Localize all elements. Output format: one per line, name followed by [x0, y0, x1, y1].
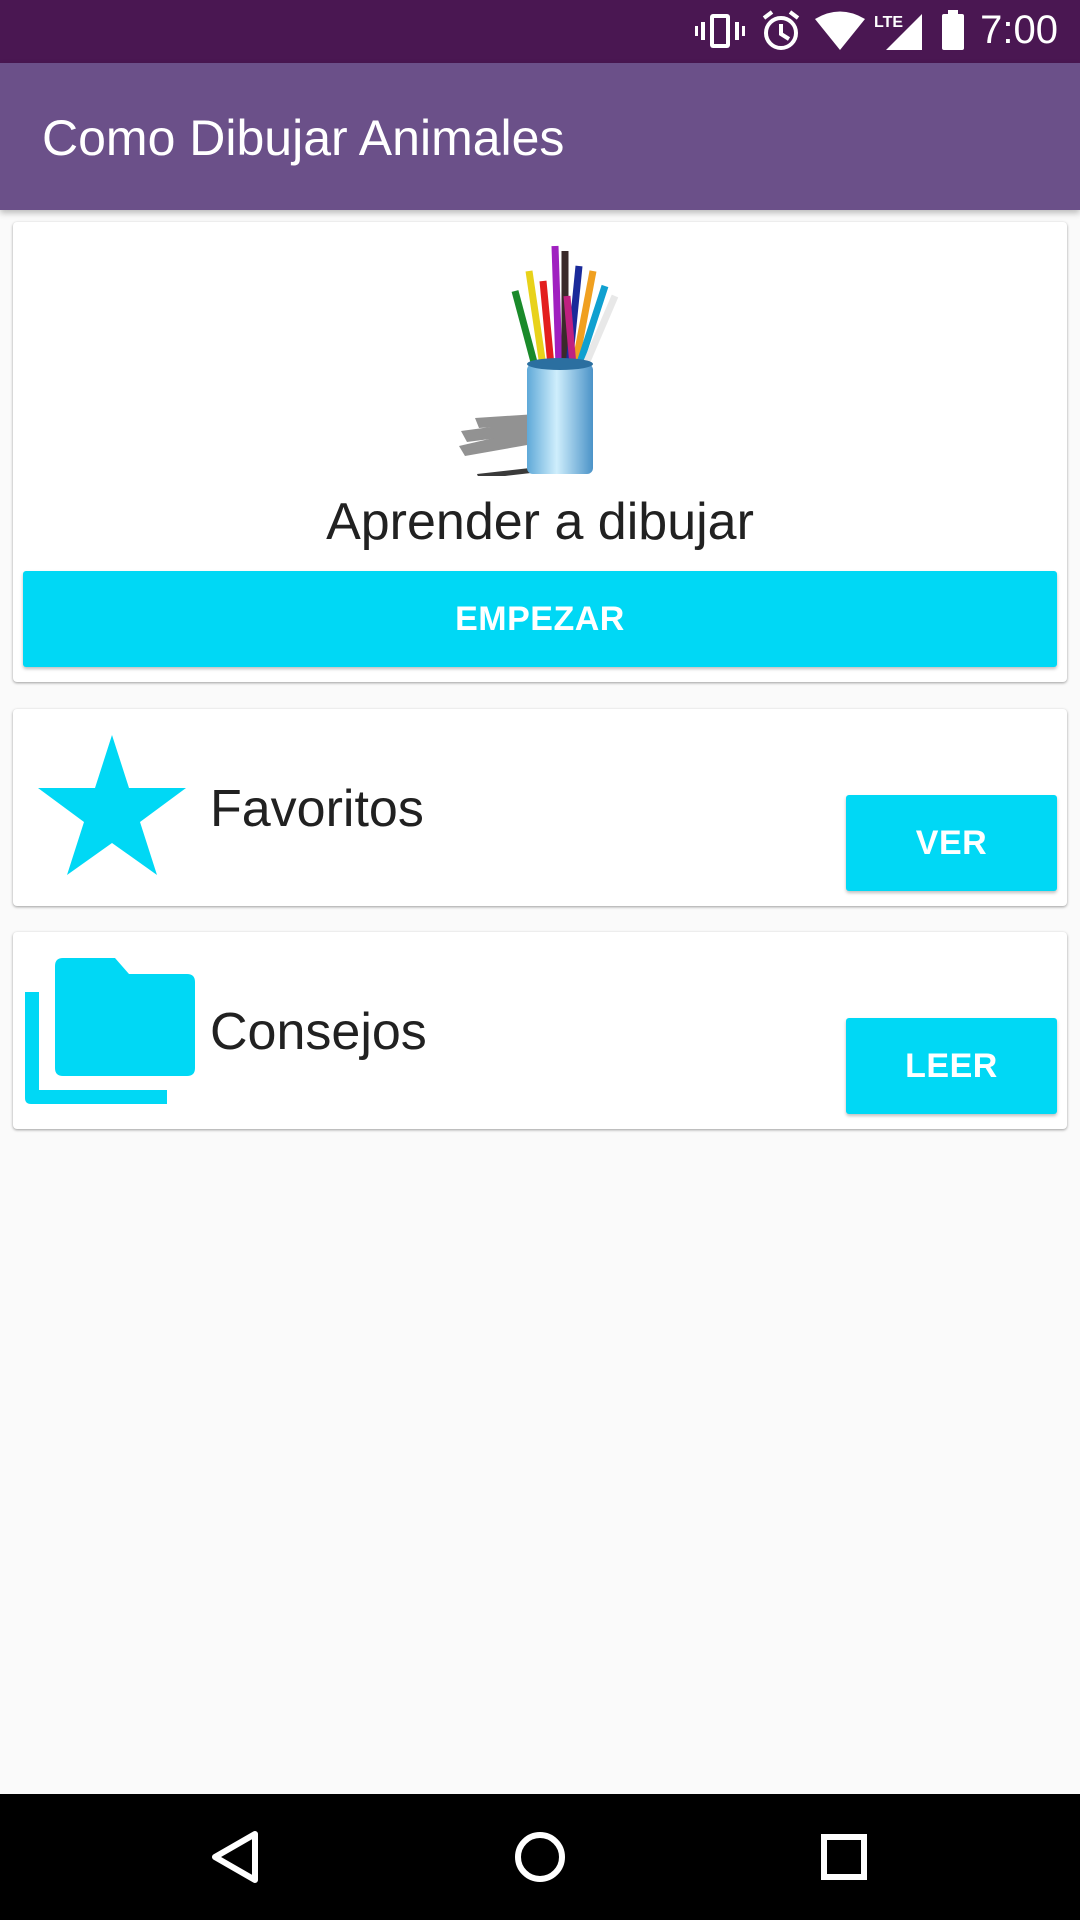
app-title: Como Dibujar Animales	[42, 110, 565, 166]
home-icon[interactable]	[507, 1824, 573, 1890]
status-bar: LTE 7:00	[0, 0, 1080, 63]
back-icon[interactable]	[203, 1824, 269, 1890]
wifi-icon	[815, 11, 865, 50]
recents-icon[interactable]	[811, 1824, 877, 1890]
vibrate-icon	[695, 14, 745, 48]
navigation-bar	[0, 1794, 1080, 1920]
tips-card: Consejos LEER	[13, 932, 1067, 1129]
learn-card: Aprender a dibujar EMPEZAR	[13, 222, 1067, 682]
pencil-cup-illustration	[459, 245, 619, 476]
folder-icon	[25, 958, 195, 1104]
view-button[interactable]: VER	[846, 795, 1057, 891]
read-button[interactable]: LEER	[846, 1018, 1057, 1114]
learn-title: Aprender a dibujar	[326, 493, 754, 551]
start-button[interactable]: EMPEZAR	[23, 571, 1057, 667]
app-bar: Como Dibujar Animales	[0, 63, 1080, 210]
cell-signal-icon: LTE	[874, 14, 922, 50]
favorites-card: Favoritos VER	[13, 709, 1067, 906]
battery-icon	[942, 10, 964, 50]
status-time: 7:00	[980, 8, 1058, 52]
lte-label: LTE	[874, 14, 903, 31]
alarm-icon	[762, 10, 800, 50]
tips-label: Consejos	[210, 1003, 427, 1061]
star-icon	[38, 735, 186, 875]
favorites-label: Favoritos	[210, 780, 424, 838]
status-icons: LTE	[695, 10, 964, 50]
